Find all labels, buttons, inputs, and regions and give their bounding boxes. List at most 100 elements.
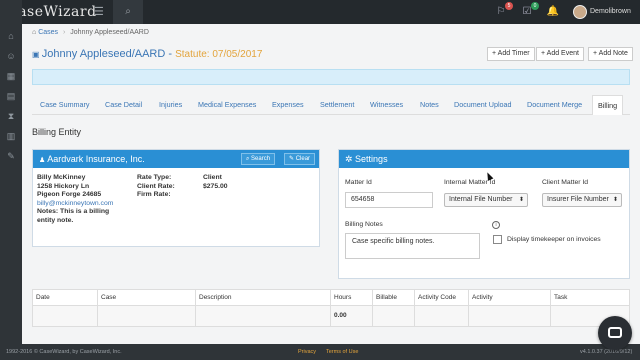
bell-icon[interactable]: 🔔 [546, 5, 560, 19]
client-matter-id-value: Insurer File Number [547, 196, 609, 203]
tools-icon[interactable]: ✎ [5, 150, 17, 162]
timer-icon[interactable]: ⧗ [5, 110, 17, 122]
calendar-icon[interactable]: ▦ [5, 70, 17, 82]
matter-id-input[interactable]: 654658 [345, 192, 433, 208]
tab-notes[interactable]: Notes [420, 95, 439, 115]
search-icon[interactable]: ⌕ [113, 0, 143, 24]
breadcrumb-current: Johnny Appleseed/AARD [70, 29, 149, 36]
internal-matter-id-value: Internal File Number [449, 196, 513, 203]
user-name[interactable]: Demolibrown [590, 8, 631, 15]
info-icon[interactable]: i [492, 221, 500, 229]
internal-matter-id-select[interactable]: Internal File Number ⬍ [444, 193, 528, 207]
inbox-icon[interactable]: ▤ [5, 90, 17, 102]
info-banner [32, 69, 630, 85]
tasks-icon[interactable]: ☑ 0 [520, 2, 539, 19]
terms-link[interactable]: Terms of Use [326, 344, 358, 360]
statute-date: Statute: 07/05/2017 [175, 49, 263, 60]
pencil-icon: ✎ [289, 156, 296, 162]
contact-email[interactable]: billy@mckinneytown.com [37, 200, 113, 209]
clear-entity-button[interactable]: ✎ Clear [284, 153, 316, 165]
col-description[interactable]: Description [196, 290, 331, 306]
app-window: CaseWizard ☰ ⌕ ⚐ 5 ☑ 0 🔔 Demolibrown ⌂ ☺ ▦… [0, 0, 640, 360]
entity-contact: Billy McKinney 1258 Hickory Ln Pigeon Fo… [37, 174, 113, 225]
home-icon[interactable]: ⌂ [5, 30, 17, 42]
breadcrumb-cases[interactable]: Cases [38, 29, 58, 36]
col-task[interactable]: Task [551, 290, 629, 306]
entity-note-line2: entity note. [37, 216, 74, 224]
matter-id-label: Matter Id [345, 179, 372, 186]
page-title: ▣ Johnny Appleseed/AARD - Statute: 07/05… [32, 48, 263, 60]
rate-type-value: Client [203, 174, 222, 181]
matter-name: Johnny Appleseed/AARD [41, 48, 166, 60]
section-title: Billing Entity [32, 127, 82, 137]
col-hours[interactable]: Hours [331, 290, 373, 306]
tab-billing[interactable]: Billing [592, 95, 624, 115]
contact-address2: Pigeon Forge 24685 [37, 191, 102, 198]
tab-document-upload[interactable]: Document Upload [454, 95, 512, 115]
menu-icon[interactable]: ☰ [94, 6, 106, 18]
alert-icon[interactable]: ⚐ 5 [494, 2, 513, 19]
col-case[interactable]: Case [98, 290, 196, 306]
client-matter-id-select[interactable]: Insurer File Number ⬍ [542, 193, 622, 207]
billing-entity-header: ♟ Aardvark Insurance, Inc. ⌕ Search ✎ Cl… [33, 150, 319, 168]
add-note-button[interactable]: + Add Note [588, 47, 633, 61]
tab-document-merge[interactable]: Document Merge [527, 95, 582, 115]
reports-icon[interactable]: ▥ [5, 130, 17, 142]
add-timer-button[interactable]: + Add Timer [487, 47, 535, 61]
entity-note-line1: Notes: This is a billing [37, 208, 110, 215]
col-activity-code[interactable]: Activity Code [415, 290, 469, 306]
avatar[interactable] [573, 5, 587, 19]
col-date[interactable]: Date [33, 290, 98, 306]
sidebar: ⌂ ☺ ▦ ▤ ⧗ ▥ ✎ [0, 0, 22, 360]
user-icon: ♟ [39, 157, 48, 164]
rate-type-label: Rate Type: [137, 174, 172, 181]
firm-rate-label: Firm Rate: [137, 191, 171, 198]
total-hours: 0.00 [331, 306, 373, 326]
col-activity[interactable]: Activity [469, 290, 551, 306]
billing-notes-textarea[interactable]: Case specific billing notes. [345, 233, 480, 259]
breadcrumb-separator: › [62, 29, 66, 36]
search-entity-button[interactable]: ⌕ Search [241, 153, 276, 165]
billing-notes-label: Billing Notes [345, 221, 383, 228]
clear-entity-label: Clear [295, 156, 311, 162]
add-event-button[interactable]: + Add Event [536, 47, 584, 61]
tab-injuries[interactable]: Injuries [159, 95, 182, 115]
tab-settlement[interactable]: Settlement [320, 95, 354, 115]
main-content: ⌂ Cases › Johnny Appleseed/AARD ▣ Johnny… [22, 24, 640, 344]
matter-tabs: Case Summary Case Detail Injuries Medica… [32, 95, 630, 115]
contacts-icon[interactable]: ☺ [5, 50, 17, 62]
settings-panel: ✲ Settings Matter Id 654658 Internal Mat… [338, 149, 630, 279]
tab-case-detail[interactable]: Case Detail [105, 95, 142, 115]
col-billable[interactable]: Billable [373, 290, 415, 306]
privacy-link[interactable]: Privacy [298, 344, 316, 360]
total-cell [33, 306, 98, 326]
total-cell [98, 306, 196, 326]
settings-header: ✲ Settings [339, 150, 629, 168]
client-rate-value: $275.00 [203, 182, 228, 190]
tab-witnesses[interactable]: Witnesses [370, 95, 403, 115]
briefcase-icon: ▣ [32, 50, 42, 59]
billing-entity-panel: ♟ Aardvark Insurance, Inc. ⌕ Search ✎ Cl… [32, 149, 320, 247]
search-entity-label: Search [251, 156, 271, 162]
total-cell [373, 306, 415, 326]
settings-title: Settings [355, 154, 388, 164]
total-cell [196, 306, 331, 326]
tab-expenses[interactable]: Expenses [272, 95, 304, 115]
tab-case-summary[interactable]: Case Summary [40, 95, 90, 115]
chat-icon [608, 327, 622, 338]
total-cell [469, 306, 551, 326]
top-bar: CaseWizard ☰ ⌕ ⚐ 5 ☑ 0 🔔 Demolibrown [0, 0, 640, 24]
contact-address1: 1258 Hickory Ln [37, 182, 90, 190]
timekeeper-checkbox[interactable] [493, 235, 502, 244]
gear-icon: ✲ [345, 154, 356, 164]
tab-medical-expenses[interactable]: Medical Expenses [198, 95, 256, 115]
footer: 1992-2016 © CaseWizard, by CaseWizard, I… [0, 344, 640, 360]
select-caret-icon: ⬍ [612, 197, 618, 203]
billing-table: Date Case Description Hours Billable Act… [32, 289, 630, 327]
chat-button[interactable] [598, 316, 632, 350]
entity-name: Aardvark Insurance, Inc. [47, 154, 145, 164]
tasks-badge: 0 [531, 2, 539, 10]
breadcrumb: ⌂ Cases › Johnny Appleseed/AARD [32, 29, 149, 36]
total-cell [415, 306, 469, 326]
contact-name: Billy McKinney [37, 174, 86, 181]
